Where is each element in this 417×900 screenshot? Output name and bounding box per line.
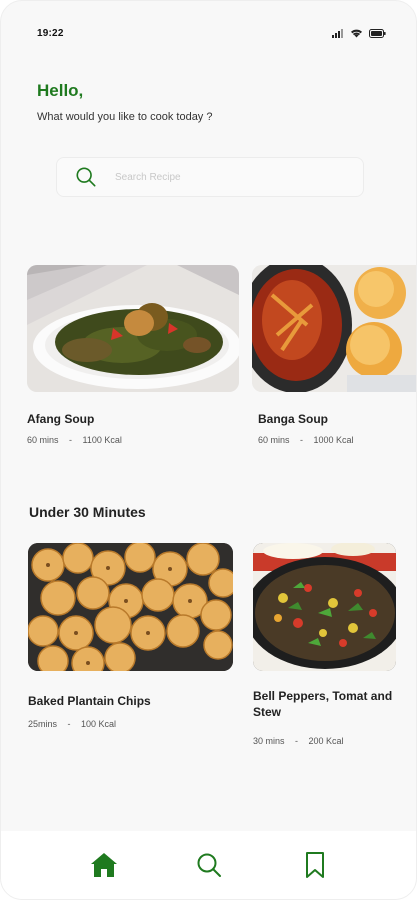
- recipe-title: Banga Soup: [258, 412, 329, 426]
- meta-separator: -: [69, 435, 73, 445]
- phone-screen: 19:22 Hello, What would you like to cook…: [0, 0, 417, 900]
- nav-home[interactable]: [87, 848, 121, 882]
- nav-search[interactable]: [192, 848, 226, 882]
- recipe-calories: 1000 Kcal: [313, 435, 354, 445]
- recipe-image: [28, 543, 233, 671]
- meta-separator: -: [295, 736, 299, 746]
- greeting-subtitle: What would you like to cook today ?: [37, 111, 213, 123]
- search-icon: [76, 167, 96, 187]
- recipe-image: [252, 265, 416, 392]
- meta-separator: -: [67, 719, 71, 729]
- recipe-image: [253, 543, 396, 671]
- recipe-card-banga-soup[interactable]: Banga Soup 60 mins - 1000 Kcal: [252, 265, 416, 445]
- recipe-card-bell-peppers-stew[interactable]: Bell Peppers, Tomat and Stew 30 mins - 2…: [253, 543, 416, 746]
- bottom-navigation: [1, 831, 416, 899]
- recipe-time: 60 mins: [258, 435, 290, 445]
- recipe-meta: 25mins - 100 Kcal: [28, 719, 233, 729]
- recipe-card-afang-soup[interactable]: Afang Soup 60 mins - 1100 Kcal: [27, 265, 239, 445]
- recipe-title: Baked Plantain Chips: [28, 694, 151, 708]
- recipe-image: [27, 265, 239, 392]
- recipe-title: Bell Peppers, Tomat and Stew: [253, 689, 393, 719]
- meta-separator: -: [300, 435, 304, 445]
- search-input[interactable]: [115, 171, 315, 183]
- recipe-meta: 60 mins - 1100 Kcal: [27, 435, 239, 445]
- recipe-card-baked-plantain-chips[interactable]: Baked Plantain Chips 25mins - 100 Kcal: [28, 543, 233, 729]
- signal-icon: [332, 28, 343, 38]
- recipe-calories: 1100 Kcal: [82, 435, 122, 445]
- battery-icon: [369, 28, 386, 38]
- status-time: 19:22: [37, 27, 64, 39]
- recipe-calories: 100 Kcal: [81, 719, 117, 729]
- status-bar: 19:22: [37, 25, 386, 41]
- search-icon: [197, 853, 222, 877]
- wifi-icon: [351, 29, 362, 38]
- recipe-time: 30 mins: [253, 736, 285, 746]
- status-icons: [332, 28, 386, 38]
- recipe-calories: 200 Kcal: [308, 736, 344, 746]
- nav-saved[interactable]: [298, 848, 332, 882]
- recipe-meta: 30 mins - 200 Kcal: [253, 736, 416, 746]
- section-title: Under 30 Minutes: [29, 504, 146, 520]
- search-bar[interactable]: [56, 157, 364, 197]
- home-icon: [90, 853, 117, 877]
- recipe-meta: 60 mins - 1000 Kcal: [252, 435, 416, 445]
- recipe-title: Afang Soup: [27, 412, 95, 426]
- recipe-time: 60 mins: [27, 435, 59, 445]
- bookmark-icon: [306, 852, 325, 878]
- greeting-title: Hello,: [37, 81, 84, 100]
- recipe-time: 25mins: [28, 719, 58, 729]
